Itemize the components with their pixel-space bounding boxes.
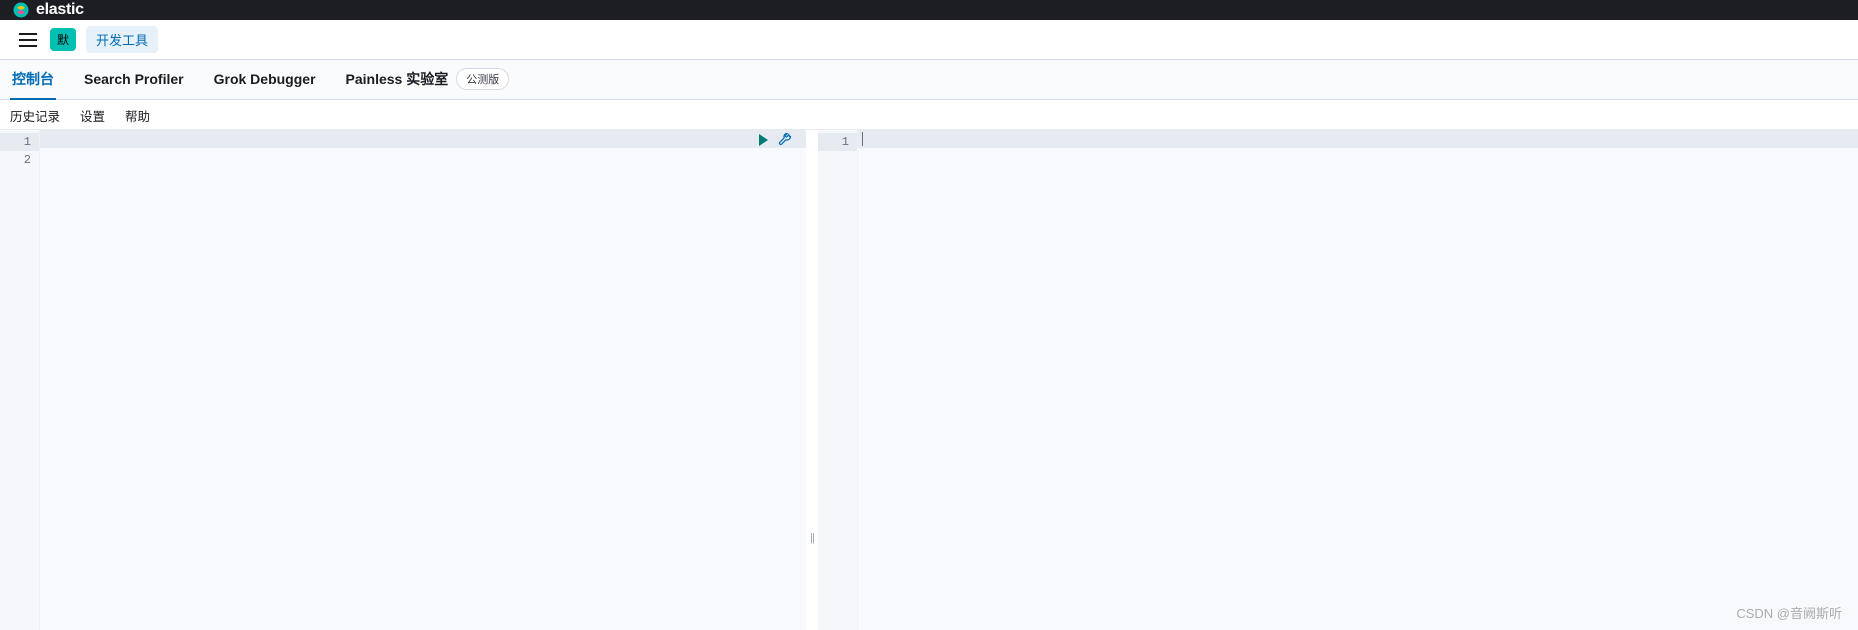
- tab-label: Painless 实验室: [346, 69, 449, 89]
- response-viewer[interactable]: [858, 130, 1858, 630]
- tab-grok-debugger[interactable]: Grok Debugger: [212, 61, 318, 98]
- tab-painless-lab[interactable]: Painless 实验室 公测版: [344, 58, 512, 101]
- wrench-icon: [778, 133, 792, 147]
- header-row: 默 开发工具: [0, 20, 1858, 60]
- code-line: [40, 148, 806, 166]
- request-actions: [756, 133, 792, 147]
- beta-badge: 公测版: [456, 68, 509, 90]
- breadcrumb-devtools[interactable]: 开发工具: [86, 26, 158, 53]
- code-line: [858, 130, 1858, 148]
- request-editor-pane: 1 2: [0, 130, 806, 630]
- response-line-gutter: 1: [818, 130, 858, 630]
- elastic-logo-icon: [12, 1, 30, 19]
- request-editor[interactable]: [40, 130, 806, 630]
- code-line: [40, 130, 806, 148]
- tab-label: Search Profiler: [84, 71, 184, 87]
- watermark-text: CSDN @音阙斯听: [1736, 603, 1842, 622]
- tab-label: 控制台: [12, 69, 54, 89]
- pane-splitter[interactable]: [806, 130, 818, 630]
- history-link[interactable]: 历史记录: [10, 106, 60, 125]
- tab-label: Grok Debugger: [214, 71, 316, 87]
- gutter-line-number: 2: [0, 151, 39, 169]
- tab-console[interactable]: 控制台: [10, 59, 56, 100]
- editor-container: 1 2 1: [0, 130, 1858, 630]
- gutter-line-number: 1: [818, 133, 857, 151]
- space-badge[interactable]: 默: [50, 28, 76, 51]
- play-icon: [756, 133, 770, 147]
- request-line-gutter: 1 2: [0, 130, 40, 630]
- app-logo[interactable]: elastic: [12, 1, 84, 19]
- tab-search-profiler[interactable]: Search Profiler: [82, 61, 186, 98]
- app-name: elastic: [36, 1, 84, 19]
- console-toolbar: 历史记录 设置 帮助: [0, 100, 1858, 130]
- top-nav-bar: elastic: [0, 0, 1858, 20]
- hamburger-icon: [19, 33, 37, 47]
- gutter-line-number: 1: [0, 133, 39, 151]
- menu-toggle-button[interactable]: [16, 28, 40, 52]
- tabs-row: 控制台 Search Profiler Grok Debugger Painle…: [0, 60, 1858, 100]
- send-request-button[interactable]: [756, 133, 770, 147]
- request-options-button[interactable]: [778, 133, 792, 147]
- help-link[interactable]: 帮助: [125, 106, 150, 125]
- settings-link[interactable]: 设置: [80, 106, 105, 125]
- response-editor-pane: 1: [818, 130, 1858, 630]
